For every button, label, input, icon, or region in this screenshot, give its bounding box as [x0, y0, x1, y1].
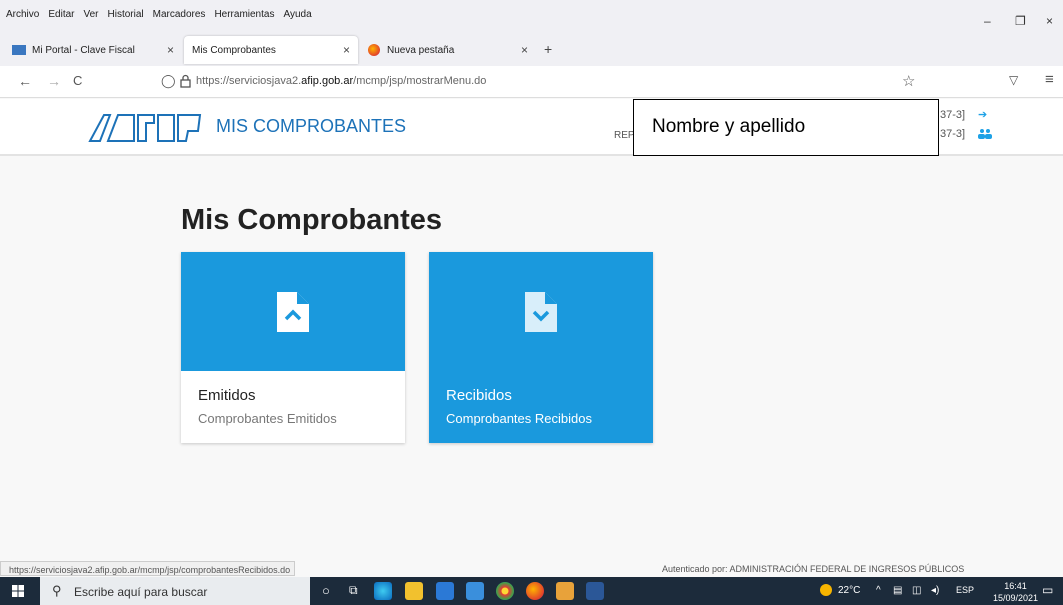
shield-icon[interactable]: ◯: [161, 73, 176, 89]
menu-items: Archivo Editar Ver Historial Marcadores Herra…: [6, 9, 312, 20]
tab-label: Nueva pestaña: [387, 44, 455, 56]
tab-close-icon[interactable]: ×: [167, 43, 174, 57]
menu-item-herramientas[interactable]: Herramientas: [214, 9, 274, 20]
document-download-icon: [525, 291, 557, 332]
bookmark-star-icon[interactable]: ☆: [902, 72, 915, 90]
clock-time: 16:41: [1004, 581, 1027, 591]
page-title: Mis Comprobantes: [181, 204, 443, 236]
tab-mi-portal[interactable]: Mi Portal - Clave Fiscal ×: [4, 36, 182, 64]
search-placeholder: Escribe aquí para buscar: [74, 585, 208, 599]
word-icon[interactable]: [586, 582, 604, 600]
taskbar: ⚲ Escribe aquí para buscar ○ ⧉ 22°C ^ ▤ …: [0, 577, 1063, 605]
menu-item-ver[interactable]: Ver: [83, 9, 98, 20]
document-upload-icon: [277, 291, 309, 332]
windows-start-icon[interactable]: [12, 585, 24, 597]
url-bar[interactable]: https://serviciosjava2.afip.gob.ar/mcmp/…: [196, 75, 486, 87]
status-link-preview: https://serviciosjava2.afip.gob.ar/mcmp/…: [0, 561, 296, 576]
browser-menubar: Archivo Editar Ver Historial Marcadores Herra…: [0, 0, 1063, 32]
recibidos-card[interactable]: Recibidos Comprobantes Recibidos: [429, 252, 653, 443]
notifications-icon[interactable]: ▭: [1042, 583, 1053, 597]
site-header: MIS COMPROBANTES REP Nombre y apellido 3…: [0, 99, 1063, 156]
file-explorer-icon[interactable]: [405, 582, 423, 600]
tab-close-icon[interactable]: ×: [521, 43, 528, 57]
card-icon-area: [181, 252, 405, 371]
back-button[interactable]: ←: [18, 73, 32, 89]
menu-item-ayuda[interactable]: Ayuda: [283, 9, 311, 20]
card-title: Recibidos: [446, 387, 512, 404]
search-icon: ⚲: [52, 583, 62, 598]
pocket-icon[interactable]: ▽: [1009, 73, 1018, 87]
minimize-button[interactable]: –: [984, 14, 991, 28]
card-icon-area: [429, 252, 653, 371]
status-bar: https://serviciosjava2.afip.gob.ar/mcmp/…: [0, 561, 1063, 576]
tab-nueva-pestana[interactable]: Nueva pestaña ×: [360, 36, 536, 64]
menu-item-editar[interactable]: Editar: [48, 9, 74, 20]
firefox-icon: [368, 44, 380, 56]
task-view-icon[interactable]: ⧉: [349, 583, 358, 598]
outlook-icon[interactable]: [556, 582, 574, 600]
tab-label: Mis Comprobantes: [192, 44, 276, 56]
new-tab-button[interactable]: +: [544, 41, 552, 57]
card-title: Emitidos: [198, 387, 256, 404]
card-subtitle: Comprobantes Recibidos: [446, 411, 592, 426]
menu-item-historial[interactable]: Historial: [108, 9, 144, 20]
maximize-button[interactable]: ❐: [1015, 14, 1026, 28]
hamburger-menu-icon[interactable]: ≡: [1045, 71, 1054, 88]
card-subtitle: Comprobantes Emitidos: [198, 411, 337, 426]
portal-favicon-icon: [12, 45, 26, 55]
lock-icon[interactable]: [180, 74, 191, 88]
firefox-taskbar-icon[interactable]: [526, 582, 544, 600]
language-indicator[interactable]: ESP: [956, 585, 974, 595]
card-text-area: Emitidos Comprobantes Emitidos: [181, 371, 405, 443]
app-title[interactable]: MIS COMPROBANTES: [216, 116, 406, 137]
url-prefix: https://serviciosjava2.: [196, 75, 302, 87]
tab-close-icon[interactable]: ×: [343, 43, 350, 57]
tab-mis-comprobantes[interactable]: Mis Comprobantes ×: [184, 36, 358, 64]
cuit-text: 37-3]: [940, 128, 966, 140]
navigation-bar: ← → C ◯ https://serviciosjava2.afip.gob.…: [0, 66, 1063, 98]
tab-label: Mi Portal - Clave Fiscal: [32, 44, 135, 56]
edge-icon[interactable]: [374, 582, 392, 600]
url-domain: afip.gob.ar: [301, 75, 354, 87]
afip-logo-icon[interactable]: [88, 111, 208, 143]
store-icon[interactable]: [436, 582, 454, 600]
volume-icon[interactable]: ◂): [931, 585, 939, 596]
auth-text: Autenticado por: ADMINISTRACIÓN FEDERAL …: [662, 564, 965, 574]
rep-label: REP: [614, 130, 635, 141]
display-icon[interactable]: ◫: [912, 585, 921, 596]
chrome-icon[interactable]: [496, 582, 514, 600]
menu-item-marcadores[interactable]: Marcadores: [153, 9, 206, 20]
close-window-button[interactable]: ×: [1046, 14, 1053, 28]
emitidos-card[interactable]: Emitidos Comprobantes Emitidos: [181, 252, 405, 443]
mail-icon[interactable]: [466, 582, 484, 600]
users-icon[interactable]: [978, 128, 992, 139]
card-text-area: Recibidos Comprobantes Recibidos: [429, 371, 653, 443]
reload-button[interactable]: C: [73, 73, 82, 88]
tab-bar: Mi Portal - Clave Fiscal × Mis Comproban…: [0, 32, 1063, 66]
forward-button[interactable]: →: [47, 73, 61, 89]
url-path: /mcmp/jsp/mostrarMenu.do: [353, 75, 487, 87]
menu-item-archivo[interactable]: Archivo: [6, 9, 39, 20]
tray-expand-icon[interactable]: ^: [876, 585, 881, 596]
logout-icon[interactable]: ➔: [978, 108, 987, 121]
cortana-icon[interactable]: ○: [322, 583, 330, 598]
clock-date: 15/09/2021: [993, 593, 1039, 603]
weather-icon[interactable]: [820, 584, 832, 596]
temperature[interactable]: 22°C: [838, 585, 860, 596]
user-name-box: Nombre y apellido: [633, 99, 939, 156]
taskbar-search[interactable]: ⚲ Escribe aquí para buscar: [40, 577, 310, 605]
network-icon[interactable]: ▤: [893, 585, 902, 596]
clock[interactable]: 16:41 15/09/2021: [993, 580, 1038, 604]
cuit-text: 37-3]: [940, 109, 966, 121]
